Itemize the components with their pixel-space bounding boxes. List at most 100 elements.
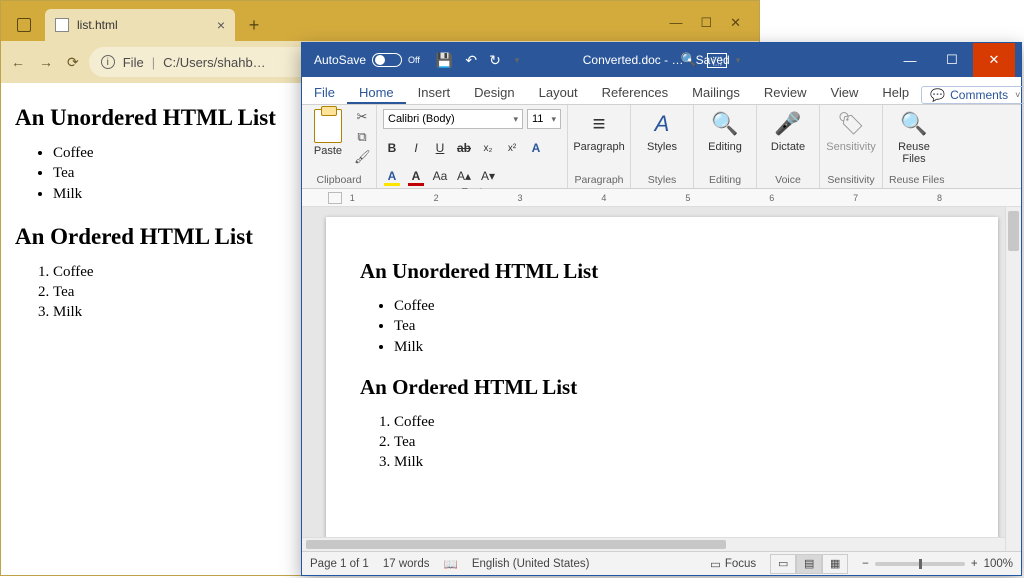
group-label: Styles <box>637 173 687 188</box>
tab-file[interactable]: File <box>302 85 347 104</box>
autosave-label: AutoSave <box>314 53 366 67</box>
close-icon[interactable]: ✕ <box>973 43 1015 77</box>
sensitivity-button[interactable]: 🏷 Sensitivity <box>826 109 876 153</box>
page-icon <box>55 18 69 32</box>
horizontal-scrollbar[interactable] <box>302 537 1005 551</box>
ribbon-group-clipboard: Paste ✂ ⧉ 🖌 Clipboard <box>302 105 377 188</box>
qat-more-icon[interactable]: ▾ <box>515 55 520 66</box>
redo-icon[interactable]: ↻ <box>489 52 501 69</box>
word-window-controls: — ☐ ✕ <box>889 43 1015 77</box>
underline-button[interactable]: U <box>431 139 449 157</box>
paste-button[interactable]: Paste <box>308 109 348 157</box>
vertical-scrollbar[interactable] <box>1005 207 1021 551</box>
font-size-selector[interactable]: 11▾ <box>527 109 561 129</box>
comments-button[interactable]: 💬 Comments ˅ <box>921 86 1024 104</box>
ribbon-group-sensitivity: 🏷 Sensitivity Sensitivity <box>820 105 883 188</box>
clipboard-icon <box>314 109 342 143</box>
sensitivity-label: Sensitivity <box>826 141 876 153</box>
tab-home[interactable]: Home <box>347 85 406 104</box>
list-item: Coffee <box>394 412 968 432</box>
doc-title: Converted.doc - … <box>583 53 684 67</box>
zoom-in-icon[interactable]: + <box>971 558 978 570</box>
subscript-button[interactable]: x₂ <box>479 139 497 157</box>
site-info-icon[interactable]: i <box>101 55 115 69</box>
zoom-out-icon[interactable]: − <box>862 558 869 570</box>
tab-design[interactable]: Design <box>462 85 526 104</box>
doc-heading-ordered: An Ordered HTML List <box>360 375 968 400</box>
copy-icon[interactable]: ⧉ <box>354 129 370 145</box>
font-size-value: 11 <box>532 113 543 125</box>
forward-icon[interactable]: → <box>39 54 53 70</box>
sensitivity-icon: 🏷 <box>837 109 865 139</box>
zoom-control[interactable]: − + 100% <box>862 558 1013 570</box>
group-label: Voice <box>763 173 813 188</box>
highlight-button[interactable]: A <box>383 167 401 185</box>
superscript-button[interactable]: x² <box>503 139 521 157</box>
new-tab-button[interactable]: + <box>241 12 267 38</box>
font-name-selector[interactable]: Calibri (Body)▾ <box>383 109 523 129</box>
browser-tab-active[interactable]: list.html × <box>45 9 235 41</box>
tab-layout[interactable]: Layout <box>527 85 590 104</box>
browser-tabstrip: list.html × + — ☐ ✕ <box>1 1 759 41</box>
maximize-icon[interactable]: ☐ <box>931 43 973 77</box>
ruler-tab-selector[interactable] <box>328 192 342 204</box>
format-painter-icon[interactable]: 🖌 <box>354 149 370 165</box>
tab-review[interactable]: Review <box>752 85 819 104</box>
grow-font-button[interactable]: A▴ <box>455 167 473 185</box>
autosave-toggle[interactable]: AutoSave Off <box>308 53 426 67</box>
zoom-value[interactable]: 100% <box>984 558 1013 570</box>
tab-help[interactable]: Help <box>870 85 921 104</box>
list-item: Coffee <box>394 296 968 316</box>
strikethrough-button[interactable]: ab <box>455 139 473 157</box>
minimize-icon[interactable]: — <box>889 43 931 77</box>
bold-button[interactable]: B <box>383 139 401 157</box>
toggle-icon[interactable] <box>372 53 402 67</box>
ribbon: Paste ✂ ⧉ 🖌 Clipboard Calibri (Body)▾ 11… <box>302 105 1021 189</box>
tab-close-icon[interactable]: × <box>217 17 225 33</box>
view-switcher: ▭ ▤ ▦ <box>770 554 848 574</box>
tab-insert[interactable]: Insert <box>406 85 463 104</box>
maximize-icon[interactable]: ☐ <box>700 15 712 31</box>
horizontal-ruler[interactable]: 1 2 3 4 5 6 7 8 <box>302 189 1021 207</box>
read-mode-button[interactable]: ▭ <box>770 554 796 574</box>
comment-icon: 💬 <box>930 88 945 102</box>
address-path: C:/Users/shahb… <box>163 55 266 70</box>
status-page[interactable]: Page 1 of 1 <box>310 558 369 570</box>
dictate-button[interactable]: 🎤 Dictate <box>763 109 813 153</box>
close-icon[interactable]: ✕ <box>730 15 741 31</box>
tab-mailings[interactable]: Mailings <box>680 85 752 104</box>
cut-icon[interactable]: ✂ <box>354 109 370 125</box>
tab-view[interactable]: View <box>818 85 870 104</box>
status-language[interactable]: English (United States) <box>472 558 590 570</box>
doc-heading-unordered: An Unordered HTML List <box>360 259 968 284</box>
focus-mode-button[interactable]: ▭ Focus <box>710 557 756 571</box>
change-case-button[interactable]: Aa <box>431 167 449 185</box>
editing-button[interactable]: 🔍 Editing <box>700 109 750 153</box>
text-effects-button[interactable]: A <box>527 139 545 157</box>
reload-icon[interactable]: ⟳ <box>67 54 79 71</box>
save-icon[interactable]: 💾 <box>436 52 453 69</box>
document-name[interactable]: Converted.doc - … • Saved ▾ <box>583 53 740 67</box>
zoom-slider[interactable] <box>875 562 965 566</box>
minimize-icon[interactable]: — <box>669 15 682 31</box>
list-item: Tea <box>394 316 968 336</box>
web-layout-button[interactable]: ▦ <box>822 554 848 574</box>
back-icon[interactable]: ← <box>11 54 25 70</box>
print-layout-button[interactable]: ▤ <box>796 554 822 574</box>
shrink-font-button[interactable]: A▾ <box>479 167 497 185</box>
ruler-mark: 4 <box>601 193 685 203</box>
browser-tab-overview[interactable] <box>7 9 41 41</box>
status-words[interactable]: 17 words <box>383 558 430 570</box>
font-color-button[interactable]: A <box>407 167 425 185</box>
paragraph-button[interactable]: ≡ Paragraph <box>574 109 624 153</box>
ribbon-group-paragraph: ≡ Paragraph Paragraph <box>568 105 631 188</box>
styles-button[interactable]: A Styles <box>637 109 687 153</box>
ruler-mark: 6 <box>769 193 853 203</box>
font-name-value: Calibri (Body) <box>388 113 455 125</box>
reuse-files-button[interactable]: 🔍 Reuse Files <box>889 109 939 165</box>
tab-references[interactable]: References <box>590 85 680 104</box>
document-page[interactable]: An Unordered HTML List Coffee Tea Milk A… <box>326 217 998 551</box>
italic-button[interactable]: I <box>407 139 425 157</box>
spellcheck-icon[interactable]: 📖 <box>444 557 458 571</box>
undo-icon[interactable]: ↶ <box>465 52 477 69</box>
